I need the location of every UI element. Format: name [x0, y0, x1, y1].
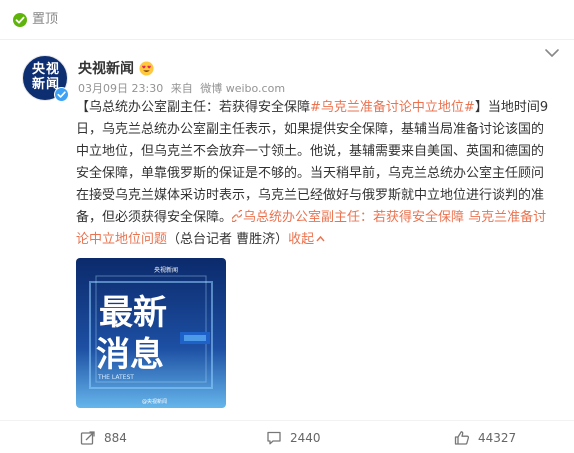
- post-source[interactable]: 微博 weibo.com: [200, 82, 285, 95]
- image-headline-line2: 消息: [96, 335, 164, 375]
- author-row: 央视新闻: [78, 59, 154, 77]
- post-text: 【乌总统办公室副主任：若获得安全保障#乌克兰准备讨论中立地位#】当地时间9日，乌…: [76, 97, 554, 251]
- chevron-down-icon[interactable]: [542, 45, 562, 61]
- link-icon: [232, 210, 243, 222]
- source-prefix: 来自: [170, 82, 193, 95]
- heart-eyes-emoji-icon: [139, 60, 154, 76]
- thumbs-up-icon: [454, 431, 470, 445]
- post-body: 当地时间9日，乌克兰总统办公室副主任表示，如果提供安全保障，基辅当局准备讨论该国…: [76, 100, 549, 225]
- post-time[interactable]: 03月09日 23:30: [78, 82, 163, 95]
- chevron-up-icon: [316, 235, 325, 242]
- pinned-label: 置顶: [32, 12, 59, 27]
- verified-badge-icon: [54, 87, 69, 102]
- breaking-news-graphic: 央视新闻 最新 消息 THE LATEST @央视新闻: [76, 258, 226, 408]
- avatar[interactable]: 央视 新闻: [22, 55, 69, 102]
- comment-count: 2440: [290, 431, 321, 445]
- repost-icon: [80, 431, 95, 445]
- post-headline: 【乌总统办公室副主任：若获得安全保障: [76, 100, 311, 115]
- like-button[interactable]: 44327: [454, 430, 516, 446]
- comment-icon: [267, 431, 281, 445]
- image-headline-line1: 最新: [99, 293, 167, 333]
- post-image[interactable]: 央视新闻 最新 消息 THE LATEST @央视新闻: [76, 258, 226, 408]
- action-bar: 884 2440 44327: [0, 420, 574, 453]
- reporter-credit: （总台记者 曹胜济）: [167, 232, 289, 247]
- repost-count: 884: [104, 431, 127, 445]
- like-count: 44327: [478, 431, 517, 445]
- repost-button[interactable]: 884: [80, 430, 127, 446]
- divider: [0, 39, 574, 40]
- topic-tag[interactable]: #乌克兰准备讨论中立地位#: [310, 100, 475, 115]
- post-meta: 03月09日 23:30 来自 微博 weibo.com: [78, 82, 289, 96]
- author-name[interactable]: 央视新闻: [78, 58, 134, 78]
- pin-check-icon: [13, 13, 27, 27]
- image-subtitle: THE LATEST: [97, 374, 134, 381]
- comment-button[interactable]: 2440: [266, 430, 321, 446]
- image-logo-text: 央视新闻: [154, 266, 178, 274]
- post-headline-end: 】: [474, 100, 488, 115]
- collapse-button[interactable]: 收起: [288, 232, 325, 247]
- image-watermark: @央视新闻: [142, 398, 167, 405]
- pinned-bar: 置顶: [0, 0, 574, 40]
